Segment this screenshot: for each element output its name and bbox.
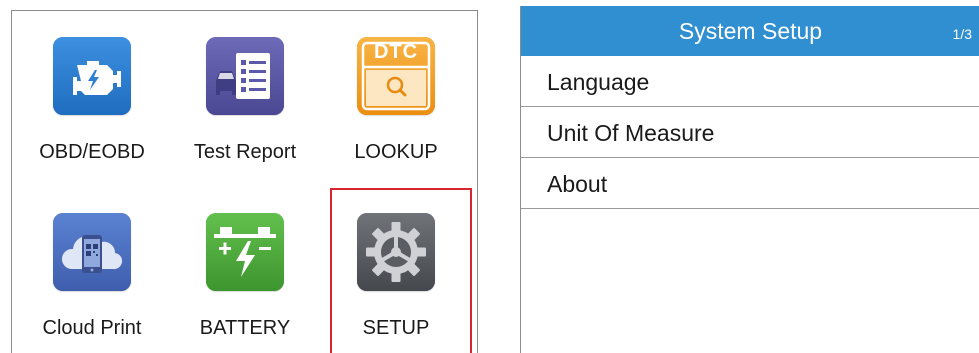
setup-item-label: Unit Of Measure [547,120,715,146]
engine-icon [53,37,131,115]
menu-tile-lookup[interactable]: DTC LOOKUP [326,11,466,171]
menu-tile-battery[interactable]: BATTERY [175,187,315,347]
menu-tile-label: BATTERY [199,317,291,339]
menu-tile-label: OBD/EOBD [39,141,145,163]
setup-item-label: About [547,171,608,197]
gear-icon [357,213,435,291]
setup-title: System Setup [678,18,823,44]
menu-tile-label: Cloud Print [42,317,142,339]
menu-tile-setup[interactable]: SETUP [326,187,466,347]
menu-tile-label: Test Report [193,141,297,163]
battery-icon [206,213,284,291]
menu-tile-obd-eobd[interactable]: OBD/EOBD [22,11,162,171]
menu-tile-label: LOOKUP [354,141,438,163]
setup-item-label: Language [547,69,650,95]
setup-item-about[interactable]: About [521,158,979,209]
screen: OBD/EOBD Test Report DTC LOOKUP Cloud Pr… [0,0,979,353]
test-report-icon [206,37,284,115]
system-setup-panel: System Setup 1/3 Language Unit Of Measur… [520,6,979,353]
cloud-print-icon [53,213,131,291]
menu-tile-test-report[interactable]: Test Report [175,11,315,171]
menu-tile-cloud-print[interactable]: Cloud Print [22,187,162,347]
setup-item-unit-of-measure[interactable]: Unit Of Measure [521,107,979,158]
main-menu-panel: OBD/EOBD Test Report DTC LOOKUP Cloud Pr… [11,10,478,353]
menu-tile-label: SETUP [362,317,430,339]
dtc-icon-text: DTC [373,41,419,63]
page-indicator: 1/3 [952,26,972,42]
setup-item-language[interactable]: Language [521,56,979,107]
dtc-lookup-icon: DTC [357,37,435,115]
setup-header: System Setup 1/3 [521,6,979,56]
